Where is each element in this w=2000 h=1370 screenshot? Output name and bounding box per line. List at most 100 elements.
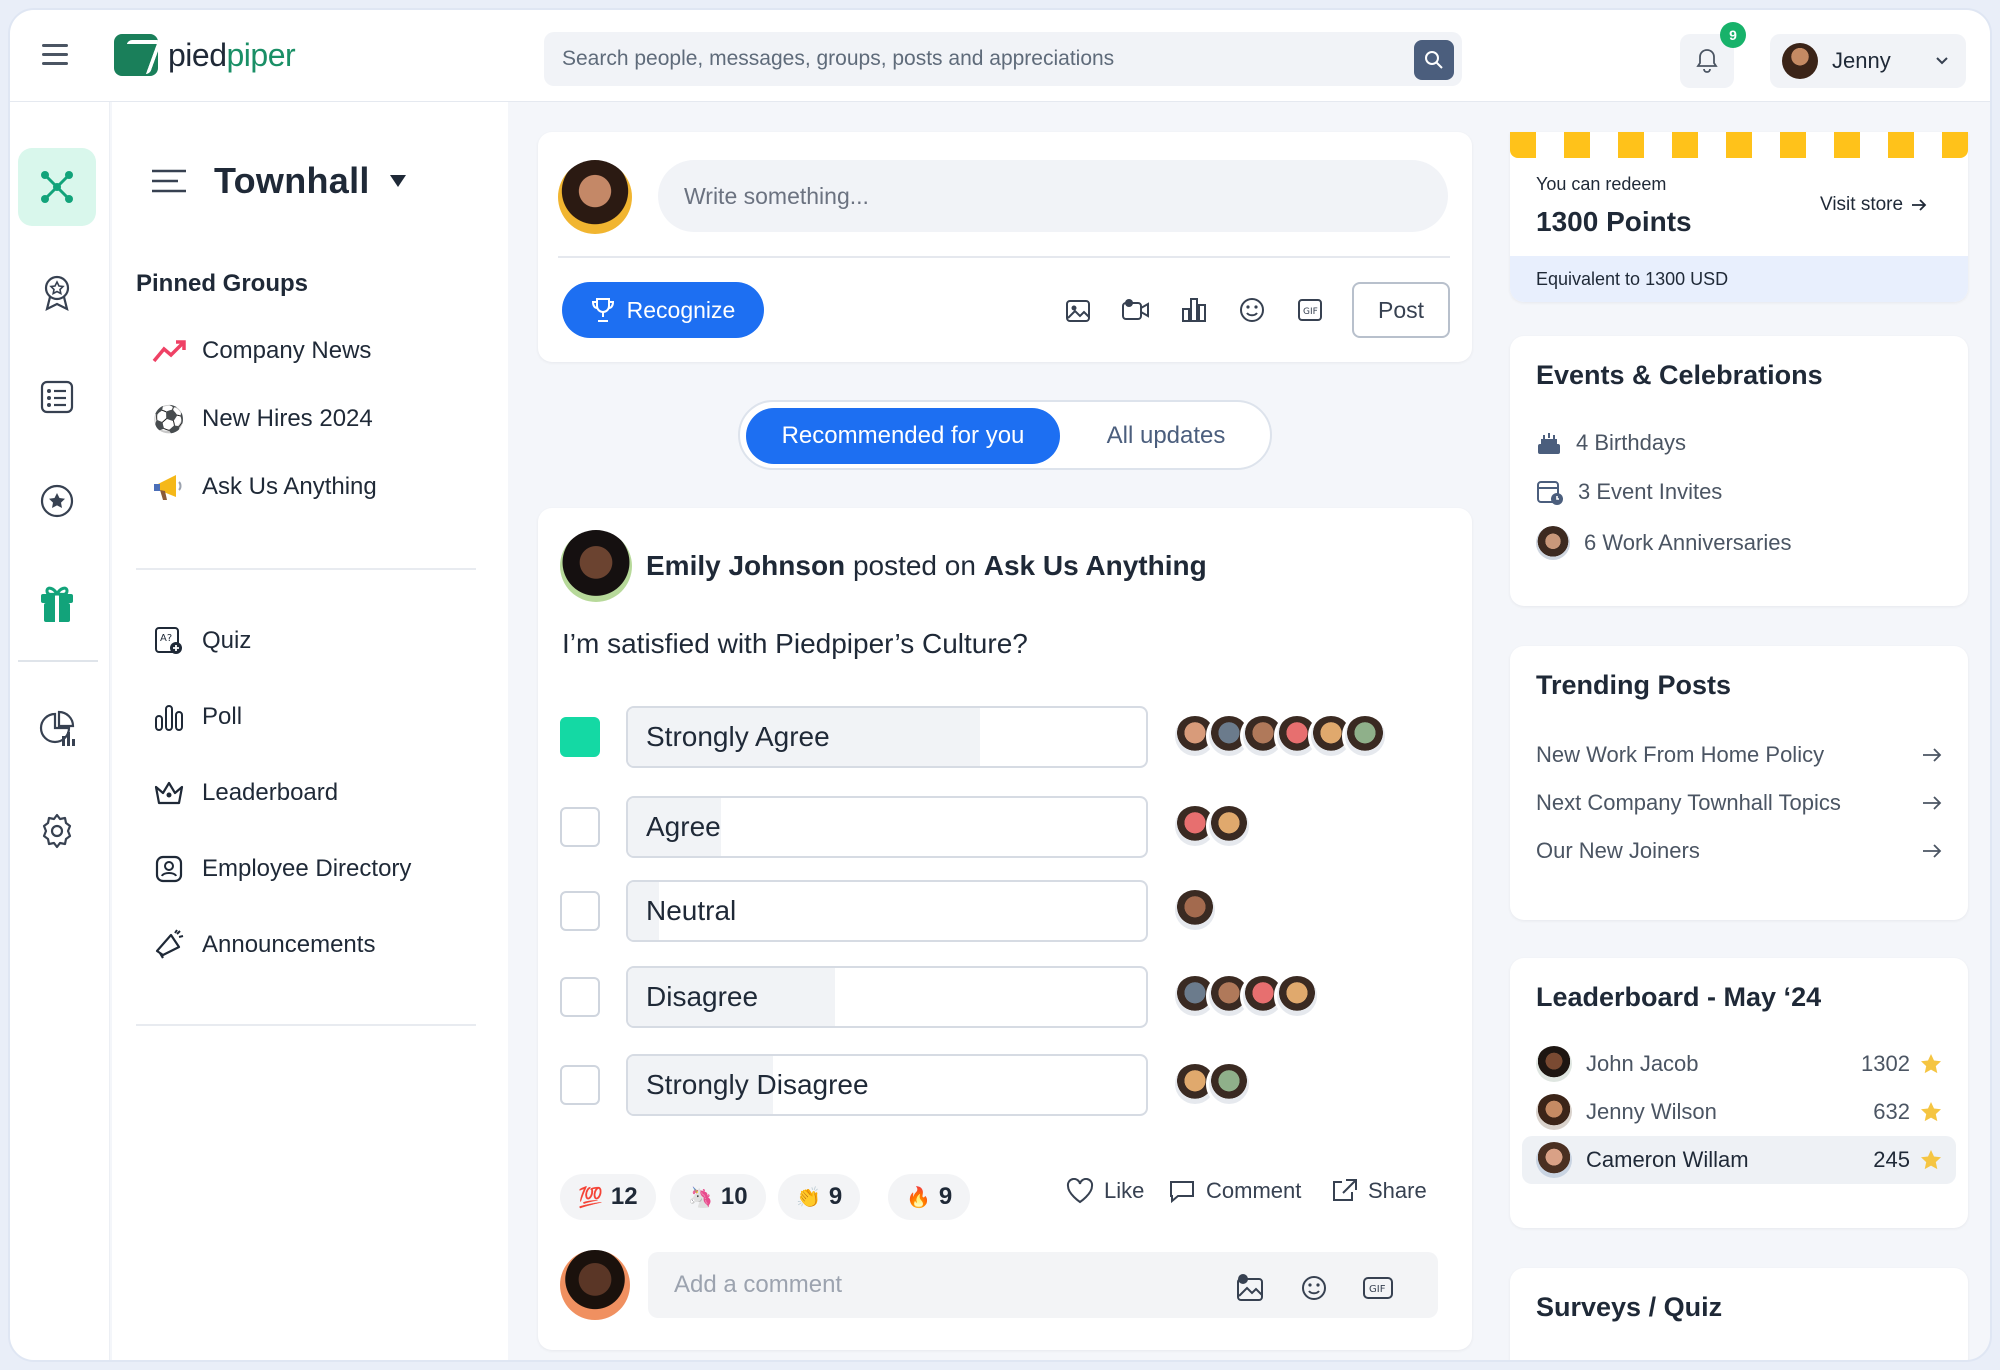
soccer-ball-icon: ⚽ — [152, 403, 186, 434]
bar-chart-icon — [1182, 298, 1206, 322]
poll-voters[interactable] — [1172, 887, 1218, 933]
post-author[interactable]: Emily Johnson — [646, 550, 845, 581]
rail-favorites[interactable] — [18, 462, 96, 540]
share-button[interactable]: Share — [1330, 1178, 1427, 1204]
voter-avatar — [1274, 973, 1320, 1019]
trending-item[interactable]: Next Company Townhall Topics — [1536, 790, 1942, 816]
avatar[interactable] — [560, 530, 632, 602]
comment-icon — [1170, 1181, 1194, 1204]
reaction-count: 9 — [938, 1183, 953, 1210]
svg-text:A?: A? — [160, 633, 172, 644]
visit-store-link[interactable]: Visit store — [1820, 194, 1927, 216]
tab-recommended[interactable]: Recommended for you — [746, 408, 1060, 464]
like-button[interactable]: Like — [1066, 1178, 1144, 1204]
event-birthdays[interactable]: 4 Birthdays — [1536, 430, 1686, 456]
sidebar-item-company-news[interactable]: Company News — [152, 334, 371, 368]
recognize-button[interactable]: Recognize — [562, 282, 764, 338]
search-button[interactable] — [1414, 40, 1454, 80]
poll-option[interactable]: Agree — [626, 796, 1148, 858]
rail-rewards[interactable] — [18, 564, 96, 642]
star-icon — [1921, 1150, 1941, 1170]
sidebar-item-quiz[interactable]: A? Quiz — [152, 624, 251, 658]
arrow-right-icon — [1912, 199, 1927, 211]
sidebar-item-announcements[interactable]: Announcements — [152, 928, 375, 962]
caret-down-icon[interactable] — [389, 175, 406, 187]
voter-avatar — [1206, 803, 1252, 849]
trending-item[interactable]: New Work From Home Policy — [1536, 742, 1942, 768]
search-input[interactable]: Search people, messages, groups, posts a… — [544, 32, 1462, 86]
reaction-fire[interactable]: 🔥 9 — [888, 1174, 971, 1220]
poll-voters[interactable] — [1172, 803, 1252, 849]
add-poll-button[interactable] — [1176, 292, 1212, 328]
video-icon — [1122, 299, 1149, 320]
sidebar-item-employee-directory[interactable]: Employee Directory — [152, 852, 411, 886]
poll-option-label: Strongly Agree — [646, 721, 830, 752]
svg-text:GIF: GIF — [1303, 307, 1318, 317]
poll-voters[interactable] — [1172, 973, 1320, 1019]
poll-option-checkbox[interactable] — [560, 717, 600, 757]
add-emoji-button[interactable] — [1234, 292, 1270, 328]
voter-avatar — [1342, 713, 1388, 759]
redeem-card: You can redeem 1300 Points Visit store E… — [1510, 132, 1968, 302]
tab-all-updates[interactable]: All updates — [1076, 408, 1256, 464]
post-input-placeholder: Write something... — [684, 182, 869, 209]
poll-option-checkbox[interactable] — [560, 807, 600, 847]
sidebar-item-poll[interactable]: Poll — [152, 700, 242, 734]
post-button[interactable]: Post — [1352, 282, 1450, 338]
surveys-card: Surveys / Quiz — [1510, 1268, 1968, 1360]
events-card: Events & Celebrations 4 Birthdays 3 Even… — [1510, 336, 1968, 606]
leaderboard-row[interactable]: John Jacob 1302 — [1522, 1040, 1956, 1088]
fire-icon: 🔥 — [906, 1186, 931, 1209]
poll-question: I’m satisfied with Piedpiper’s Culture? — [562, 628, 1028, 659]
comment-image-button[interactable] — [1232, 1270, 1268, 1306]
user-menu[interactable]: Jenny — [1770, 34, 1966, 88]
reaction-clap[interactable]: 👏 9 — [778, 1174, 861, 1220]
reaction-100[interactable]: 💯 12 — [560, 1174, 656, 1220]
poll-option[interactable]: Disagree — [626, 966, 1148, 1028]
event-anniversaries[interactable]: 6 Work Anniversaries — [1536, 526, 1791, 560]
rail-feed[interactable] — [18, 358, 96, 436]
poll-option[interactable]: Strongly Agree — [626, 706, 1148, 768]
sidebar-header[interactable]: Townhall — [152, 160, 406, 202]
comment-gif-button[interactable]: GIF — [1360, 1270, 1396, 1306]
sidebar-item-label: Quiz — [202, 627, 252, 654]
poll-option[interactable]: Strongly Disagree — [626, 1054, 1148, 1116]
trending-item[interactable]: Our New Joiners — [1536, 838, 1942, 864]
rail-analytics[interactable] — [18, 690, 96, 768]
comment-button[interactable]: Comment — [1168, 1178, 1301, 1204]
comment-emoji-button[interactable] — [1296, 1270, 1332, 1306]
menu-icon[interactable] — [42, 44, 68, 66]
clap-icon: 👏 — [796, 1186, 821, 1209]
sidebar-item-label: Announcements — [202, 931, 376, 958]
event-invites[interactable]: 3 Event Invites — [1536, 478, 1722, 506]
post-input[interactable]: Write something... — [658, 160, 1448, 232]
sidebar-item-leaderboard[interactable]: Leaderboard — [152, 776, 338, 810]
poll-option-label: Neutral — [646, 895, 737, 926]
poll-option[interactable]: Neutral — [626, 880, 1148, 942]
leaderboard-row[interactable]: Jenny Wilson 632 — [1522, 1088, 1956, 1136]
leaderboard-row[interactable]: Cameron Willam 245 — [1522, 1136, 1956, 1184]
poll-voters[interactable] — [1172, 1061, 1252, 1107]
feed-toggle: Recommended for you All updates — [738, 400, 1272, 470]
rail-settings[interactable] — [18, 792, 96, 870]
cake-icon — [1538, 433, 1560, 454]
add-video-button[interactable] — [1118, 292, 1154, 328]
poll-option-checkbox[interactable] — [560, 977, 600, 1017]
comment-label: Comment — [1206, 1178, 1302, 1203]
leaderboard-card: Leaderboard - May ‘24 John Jacob 1302 Je… — [1510, 958, 1968, 1228]
poll-voters[interactable] — [1172, 713, 1388, 759]
add-gif-button[interactable]: GIF — [1292, 292, 1328, 328]
poll-option-checkbox[interactable] — [560, 1065, 600, 1105]
rail-awards[interactable] — [18, 254, 96, 332]
sidebar-item-ask-us-anything[interactable]: Ask Us Anything — [152, 470, 377, 504]
directory-icon — [152, 852, 186, 886]
logo[interactable]: piedpiper — [114, 34, 296, 76]
reaction-unicorn[interactable]: 🦄 10 — [670, 1174, 766, 1220]
sidebar-item-new-hires[interactable]: ⚽ New Hires 2024 — [152, 402, 373, 436]
poll-option-checkbox[interactable] — [560, 891, 600, 931]
post-group[interactable]: Ask Us Anything — [984, 550, 1207, 581]
announcement-icon — [152, 928, 186, 962]
rail-hub[interactable] — [18, 148, 96, 226]
add-image-button[interactable] — [1060, 292, 1096, 328]
svg-text:GIF: GIF — [1369, 1284, 1386, 1295]
